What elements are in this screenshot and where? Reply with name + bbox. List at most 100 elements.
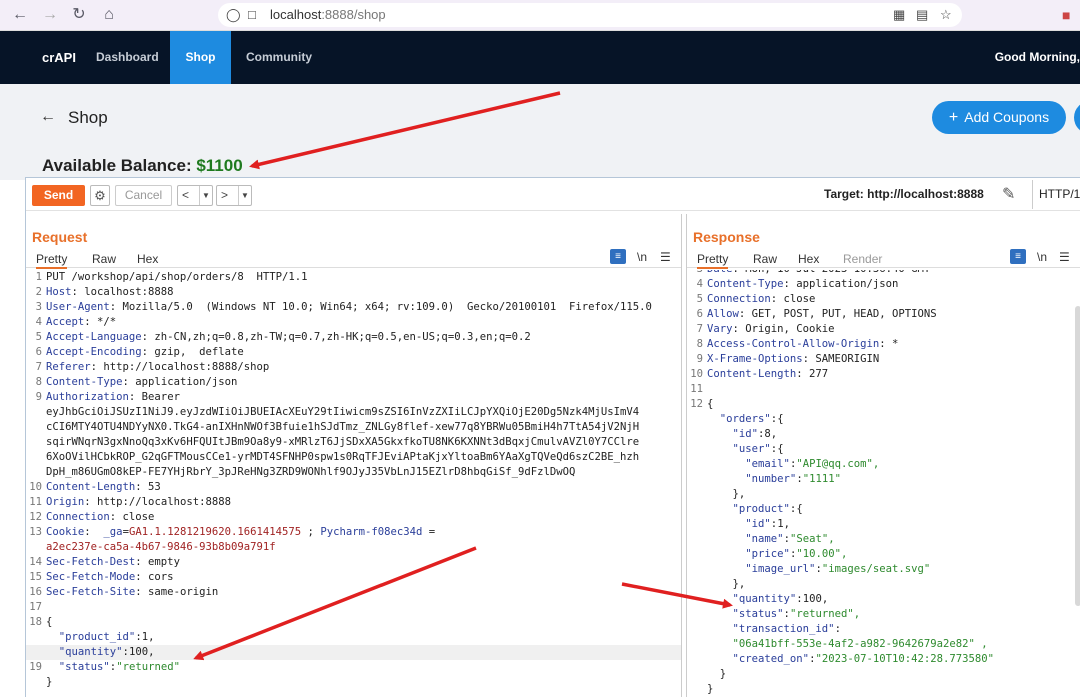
menu-icon[interactable]: ☰ [660, 249, 671, 265]
code-text: sqirWNqrN3gxNnoQq3xKv6HFQUItJBm9Oa8y9-xM… [46, 436, 640, 448]
secondary-action-button[interactable] [1074, 101, 1080, 134]
header-name: Allow [707, 308, 739, 320]
word-wrap-icon[interactable]: ≡ [1010, 249, 1026, 264]
code-text: "06a41bff-553e-4af2-a982-9642679a2e82" , [707, 638, 988, 650]
edit-pencil-icon[interactable]: ✎ [1002, 184, 1015, 204]
settings-gear-icon[interactable]: ⚙ [90, 185, 110, 206]
add-coupons-button[interactable]: + Add Coupons [932, 101, 1066, 134]
nav-community[interactable]: Community [246, 31, 312, 84]
repeater-toolbar: Send ⚙ Cancel < ▼ > ▼ Target: http://local… [26, 178, 1080, 211]
history-back-label: < [182, 188, 190, 202]
url-host: localhost [270, 7, 322, 22]
code-line: 5 Accept-Language: zh-CN,zh;q=0.8,zh-TW;q… [26, 330, 681, 345]
code-line: 12 { [687, 397, 1080, 412]
header-name: Date [707, 270, 733, 275]
tab-render[interactable]: Render [843, 251, 882, 267]
header-value: : Bearer [128, 391, 180, 403]
response-editor[interactable]: 3 Date: Mon, 10 Jul 2023 10:36:40 GMT 4 Con… [687, 270, 1080, 697]
code-line: 7 Referer: http://localhost:8888/shop [26, 360, 681, 375]
code-line: 11 [687, 382, 1080, 397]
send-button[interactable]: Send [32, 185, 85, 206]
header-name: X-Frame-Options [707, 353, 803, 365]
line-content: 6XoOVilHCbkROP_G2qGFTMousCCe1-yrMDT4SFNH… [46, 450, 681, 465]
history-back-button[interactable]: < ▼ [177, 185, 213, 206]
code-text: DpH_m86UGmO8kEP-FE7YHjRbrY_3pJReHNg3ZRD9… [46, 466, 576, 478]
line-number: 4 [35, 316, 42, 328]
translate-icon[interactable]: ▤ [916, 6, 928, 24]
reload-icon[interactable]: ↻ [69, 5, 89, 25]
menu-icon[interactable]: ☰ [1059, 249, 1070, 265]
app-navbar: crAPI Dashboard Shop Community Good Morn… [0, 31, 1080, 84]
tab-raw[interactable]: Raw [753, 251, 777, 267]
line-content: Allow: GET, POST, PUT, HEAD, OPTIONS [707, 307, 1080, 322]
extension-icon[interactable]: ■ [1062, 5, 1070, 25]
tab-pretty[interactable]: Pretty [36, 251, 68, 269]
bookmark-star-icon[interactable]: ☆ [940, 6, 952, 24]
word-wrap-icon[interactable]: ≡ [610, 249, 626, 264]
nav-shop[interactable]: Shop [170, 31, 231, 84]
history-forward-button[interactable]: > ▼ [216, 185, 252, 206]
brand-logo[interactable]: crAPI [42, 31, 76, 84]
code-line: 10 Content-Length: 53 [26, 480, 681, 495]
tracking-shield-icon[interactable]: ◯ [226, 6, 241, 24]
line-content: sqirWNqrN3gxNnoQq3xKv6HFQUItJBm9Oa8y9-xM… [46, 435, 681, 450]
newline-toggle[interactable]: \n [1037, 249, 1047, 265]
header-value: : 53 [135, 481, 161, 493]
back-arrow-icon[interactable]: ← [10, 5, 30, 25]
line-content: Content-Type: application/json [46, 375, 681, 390]
line-content: { [707, 397, 1080, 412]
code-line: "product_id":1, [26, 630, 681, 645]
http-version[interactable]: HTTP/1 [1032, 180, 1080, 209]
header-value: : Mozilla/5.0 (Windows NT 10.0; Win64; x… [109, 301, 652, 313]
code-line: cCI6MTY4OTU4NDYyNX0.TkG4-anIXHnNWOf3Bfui… [26, 420, 681, 435]
line-number: 18 [29, 616, 42, 628]
tab-raw[interactable]: Raw [92, 251, 116, 267]
line-number: 9 [696, 353, 703, 365]
tab-pretty[interactable]: Pretty [697, 251, 729, 269]
line-content: Referer: http://localhost:8888/shop [46, 360, 681, 375]
header-name: Authorization [46, 391, 129, 403]
json-value: "returned" [116, 661, 180, 673]
json-key: "image_url" [745, 563, 816, 575]
code-line: 17 [26, 600, 681, 615]
response-scrollbar[interactable] [1075, 306, 1080, 606]
line-content: }, [707, 577, 1080, 592]
header-name: Accept-Language [46, 331, 142, 343]
qr-code-icon[interactable]: ▦ [893, 6, 905, 24]
line-content: Accept-Language: zh-CN,zh;q=0.8,zh-TW;q=… [46, 330, 681, 345]
url-text[interactable]: localhost:8888/shop [270, 7, 386, 23]
code-line: 10 Content-Length: 277 [687, 367, 1080, 382]
code-text: }, [707, 578, 746, 590]
tab-hex[interactable]: Hex [798, 251, 819, 267]
code-text: } [46, 676, 53, 688]
code-line: "image_url":"images/seat.svg" [687, 562, 1080, 577]
chevron-down-icon[interactable]: ▼ [238, 186, 251, 205]
header-name: Accept-Encoding [46, 346, 142, 358]
json-value: "1111" [802, 473, 841, 485]
user-greeting[interactable]: Good Morning, [995, 31, 1080, 84]
code-line: } [26, 675, 681, 690]
address-bar[interactable]: ◯ □ localhost:8888/shop ▦ ▤ ☆ [218, 3, 962, 27]
chevron-down-icon[interactable]: ▼ [199, 186, 212, 205]
home-icon[interactable]: ⌂ [99, 5, 119, 25]
code-text: cCI6MTY4OTU4NDYyNX0.TkG4-anIXHnNWOf3Bfui… [46, 421, 640, 433]
line-content: Accept: */* [46, 315, 681, 330]
newline-toggle[interactable]: \n [637, 249, 647, 265]
browser-toolbar: ← → ↻ ⌂ ◯ □ localhost:8888/shop ▦ ▤ ☆ ■ [0, 0, 1080, 31]
code-line: eyJhbGciOiJSUzI1NiJ9.eyJzdWIiOiJBUEIAcXE… [26, 405, 681, 420]
header-value: : zh-CN,zh;q=0.8,zh-TW;q=0.7,zh-HK;q=0.5… [141, 331, 531, 343]
line-content: "06a41bff-553e-4af2-a982-9642679a2e82" , [707, 637, 1080, 652]
line-content: "status":"returned" [46, 660, 681, 675]
tab-hex[interactable]: Hex [137, 251, 158, 267]
forward-arrow-icon[interactable]: → [40, 5, 60, 25]
page-info-icon[interactable]: □ [248, 6, 256, 24]
json-key: "created_on" [732, 653, 810, 665]
header-sep: : [84, 526, 104, 538]
back-arrow-icon[interactable]: ← [40, 108, 56, 126]
nav-dashboard[interactable]: Dashboard [96, 31, 159, 84]
code-line: 9 Authorization: Bearer [26, 390, 681, 405]
line-number: 12 [690, 398, 703, 410]
cancel-button[interactable]: Cancel [115, 185, 172, 206]
